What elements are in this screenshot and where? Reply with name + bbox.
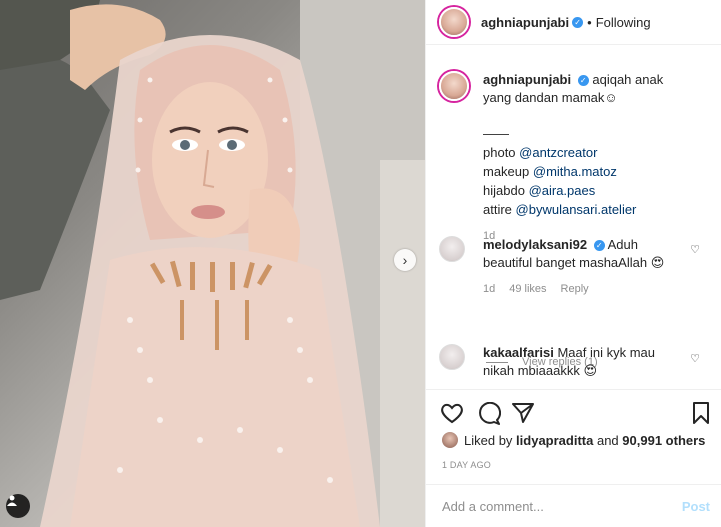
comment-meta: 1d 49 likes Reply <box>483 280 683 298</box>
credit-hijabdo: hijabdo @aira.paes <box>483 183 596 198</box>
add-comment-bar: Post <box>426 484 721 527</box>
caption-credits: —— photo @antzcreator makeup @mitha.mato… <box>483 124 693 219</box>
verified-badge-icon: ✓ <box>593 240 605 252</box>
comment-emoji: 😍 <box>583 363 598 378</box>
post-details-pane: aghniapunjabi ✓ • Following aghniapunjab… <box>425 0 721 527</box>
verified-badge-icon: ✓ <box>572 16 584 28</box>
commenter-avatar[interactable] <box>439 344 465 370</box>
caption-separator: —— <box>483 126 509 141</box>
like-comment-heart-icon[interactable]: ♡ <box>690 243 700 256</box>
post-header: aghniapunjabi ✓ • Following <box>426 0 721 45</box>
credit-attire: attire @bywulansari.atelier <box>483 202 637 217</box>
comment-item: kakaalfarisi Maaf ini kyk mau nikah mbia… <box>439 344 683 380</box>
bride-illustration <box>0 0 425 527</box>
comment-input[interactable] <box>442 498 682 514</box>
commenter-avatar[interactable] <box>439 236 465 262</box>
bookmark-icon[interactable] <box>692 402 710 424</box>
mention-link[interactable]: @mitha.matoz <box>533 164 617 179</box>
user-icon <box>7 495 17 506</box>
tagged-people-button[interactable] <box>6 494 30 518</box>
comment-item: melodylaksani92 ✓ Aduh beautiful banget … <box>439 236 683 298</box>
commenter-username[interactable]: kakaalfarisi <box>483 345 554 360</box>
chevron-right-icon: › <box>402 252 408 268</box>
credit-makeup: makeup @mitha.matoz <box>483 164 617 179</box>
credit-photo: photo @antzcreator <box>483 145 598 160</box>
mention-link[interactable]: @antzcreator <box>519 145 597 160</box>
comment-time[interactable]: 1d <box>483 280 495 298</box>
likes-others-link[interactable]: 90,991 others <box>622 433 705 448</box>
likes-summary: Liked by lidyapraditta and 90,991 others <box>442 432 705 448</box>
verified-badge-icon: ✓ <box>577 75 589 87</box>
author-username[interactable]: aghniapunjabi <box>481 15 569 30</box>
caption-username[interactable]: aghniapunjabi <box>483 72 571 87</box>
caption-avatar[interactable] <box>439 71 469 101</box>
post-comment-button[interactable]: Post <box>682 499 710 514</box>
comment-icon[interactable] <box>477 402 501 426</box>
commenter-username[interactable]: melodylaksani92 <box>483 237 587 252</box>
comment-likes[interactable]: 49 likes <box>509 280 546 298</box>
heart-icon[interactable] <box>440 402 464 424</box>
instagram-post-modal: › aghniapunjabi ✓ • Following aghniapunj… <box>0 0 721 527</box>
liker-username[interactable]: lidyapraditta <box>516 433 593 448</box>
share-icon[interactable] <box>512 402 534 424</box>
next-photo-button[interactable]: › <box>394 249 416 271</box>
mention-link[interactable]: @bywulansari.atelier <box>516 202 637 217</box>
author-avatar[interactable] <box>439 7 469 37</box>
liked-prefix: Liked by <box>464 432 513 448</box>
header-separator: • <box>587 14 592 30</box>
comment-emoji: 😍 <box>650 255 665 270</box>
liker-avatar[interactable] <box>442 432 458 448</box>
reply-button[interactable]: Reply <box>561 280 589 298</box>
like-comment-heart-icon[interactable]: ♡ <box>690 352 700 365</box>
following-button[interactable]: Following <box>596 15 651 30</box>
liked-connector: and <box>596 432 619 448</box>
caption-emoji: ☺ <box>604 90 618 105</box>
post-photo[interactable]: › <box>0 0 425 527</box>
comments-section[interactable]: aghniapunjabi ✓ aqiqah anak yang dandan … <box>426 45 721 385</box>
mention-link[interactable]: @aira.paes <box>529 183 596 198</box>
post-date[interactable]: 1 DAY AGO <box>442 460 491 470</box>
caption: aghniapunjabi ✓ aqiqah anak yang dandan … <box>439 71 693 245</box>
